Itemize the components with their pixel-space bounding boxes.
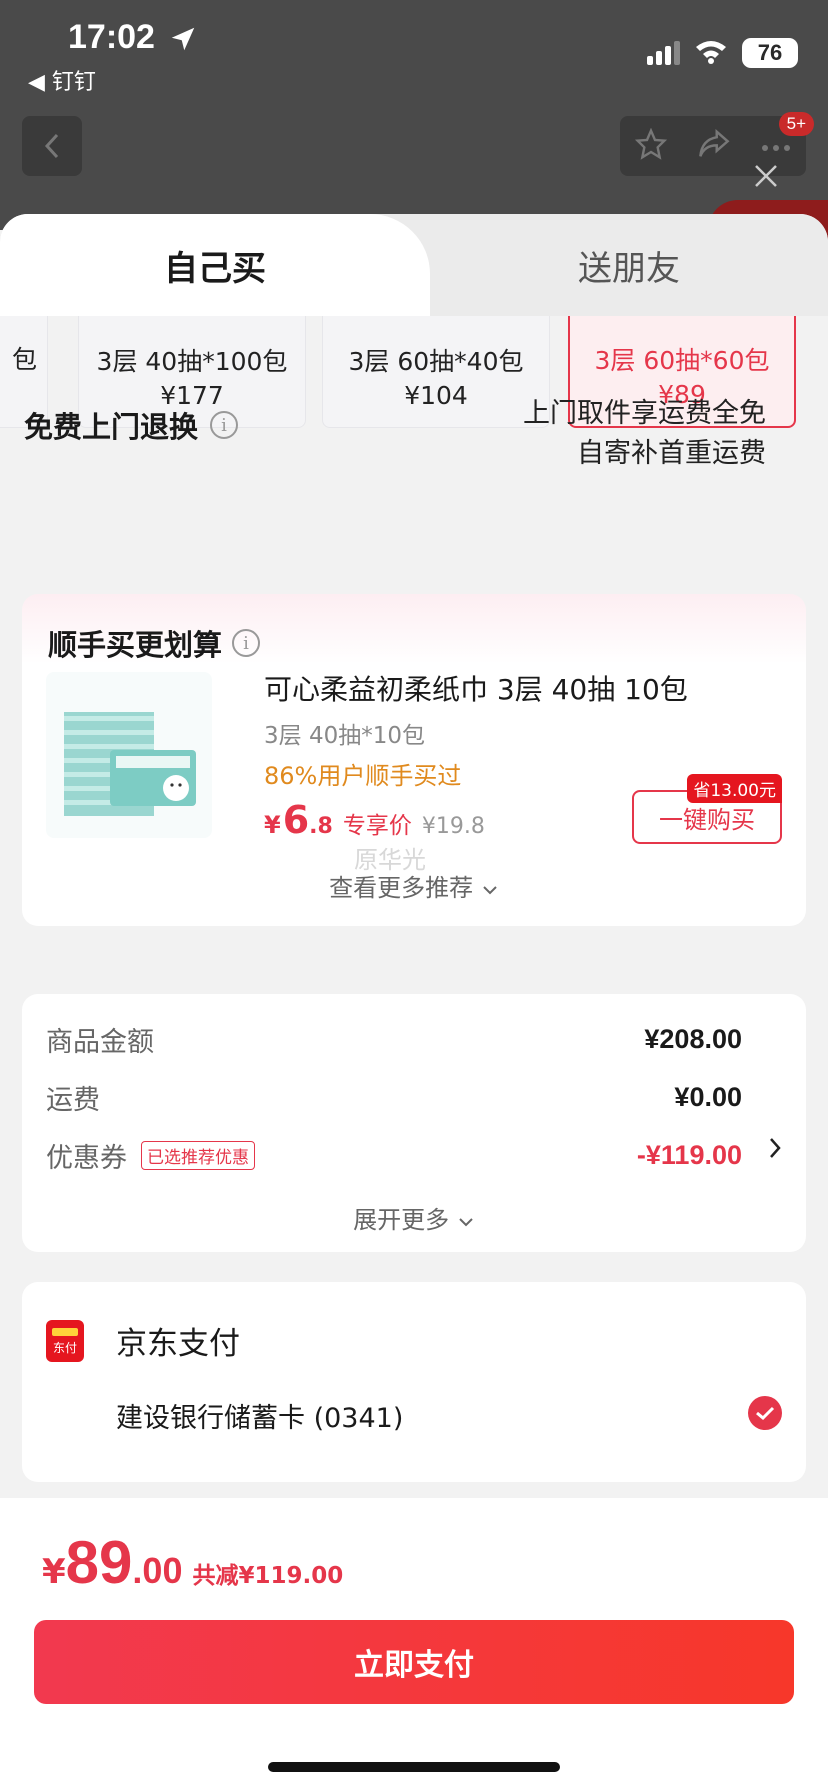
- tab-self[interactable]: 自己买: [0, 214, 430, 316]
- back-button[interactable]: [22, 116, 82, 176]
- product-image[interactable]: [46, 672, 212, 838]
- payment-method-name: 京东支付: [116, 1326, 240, 1362]
- return-info: 上门取件享运费全免 自寄补首重运费: [523, 398, 766, 469]
- star-icon[interactable]: [634, 127, 668, 164]
- watermark: 原华光: [354, 846, 426, 874]
- reco-product-name[interactable]: 可心柔益初柔纸巾 3层 40抽 10包: [264, 668, 688, 708]
- coupon-row[interactable]: 优惠券 已选推荐优惠 -¥119.00: [46, 1136, 742, 1175]
- reco-product-spec: 3层 40抽*10包: [264, 723, 425, 749]
- reco-title: 顺手买更划算 i: [48, 622, 261, 664]
- free-return-title: 免费上门退换 i: [24, 404, 239, 446]
- total-price: ¥ 89 .00 共减¥119.00: [42, 1529, 344, 1596]
- total-saving: 共减¥119.00: [192, 1563, 344, 1589]
- status-indicators: 76: [647, 38, 798, 68]
- bottom-pay-bar: ¥ 89 .00 共减¥119.00 立即支付: [0, 1498, 828, 1792]
- bank-card-option[interactable]: 建设银行储蓄卡 (0341): [116, 1396, 403, 1435]
- reco-price: ¥ 6 .8 专享价 ¥19.8: [264, 798, 485, 842]
- message-badge: 5+: [778, 112, 814, 136]
- tab-gift[interactable]: 送朋友: [430, 214, 828, 316]
- chevron-down-icon: [457, 1206, 475, 1234]
- exclusive-price-tag: 专享价: [342, 813, 412, 839]
- shipping-row: 运费 ¥0.00: [46, 1082, 742, 1116]
- back-to-app[interactable]: ◀ 钉钉: [28, 64, 96, 96]
- check-icon[interactable]: [748, 1396, 782, 1430]
- save-badge: 省13.00元: [687, 774, 782, 803]
- cellular-signal-icon: [647, 41, 680, 65]
- location-arrow-icon: [168, 24, 198, 58]
- reco-purchase-rate: 86%用户顺手买过: [264, 762, 462, 790]
- recommendation-card: 顺手买更划算 i 可心柔益初柔纸巾 3层 40抽 10包 3层 40抽*10包 …: [22, 594, 806, 926]
- original-price: ¥19.8: [421, 814, 485, 839]
- home-indicator: [268, 1762, 560, 1772]
- more-icon[interactable]: [761, 137, 791, 156]
- status-time: 17:02: [68, 18, 155, 56]
- info-icon[interactable]: i: [232, 629, 261, 657]
- info-icon[interactable]: i: [210, 411, 239, 439]
- coupon-tag: 已选推荐优惠: [141, 1141, 255, 1170]
- chevron-down-icon: [481, 874, 499, 902]
- battery-indicator: 76: [742, 38, 798, 68]
- jd-pay-icon: 东付: [46, 1320, 84, 1362]
- pay-now-button[interactable]: 立即支付: [34, 1620, 794, 1704]
- chevron-right-icon[interactable]: [768, 1136, 782, 1164]
- coupon-discount: -¥119.00: [636, 1140, 742, 1170]
- purchase-tabs: 送朋友 自己买: [0, 214, 828, 316]
- share-icon[interactable]: [697, 129, 731, 163]
- close-icon[interactable]: [754, 164, 778, 192]
- spec-option[interactable]: 3层 60抽*40包 ¥104: [322, 316, 550, 428]
- expand-more-link[interactable]: 展开更多: [22, 1200, 806, 1235]
- wifi-icon: [694, 38, 728, 68]
- price-summary-card: 商品金额 ¥208.00 运费 ¥0.00 优惠券 已选推荐优惠 -¥119.00…: [22, 994, 806, 1252]
- goods-amount-row: 商品金额 ¥208.00: [46, 1024, 742, 1058]
- payment-card: 东付 京东支付 建设银行储蓄卡 (0341): [22, 1282, 806, 1482]
